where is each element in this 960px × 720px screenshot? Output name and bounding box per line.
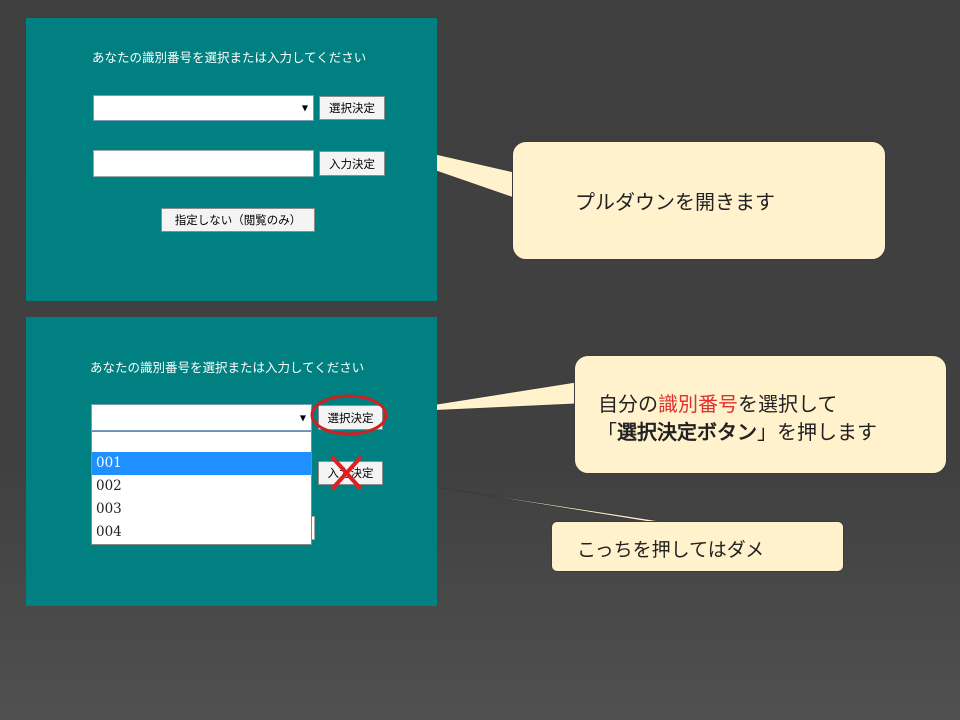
callout-select-id: 自分の識別番号を選択して 「選択決定ボタン」を押します [574,355,947,474]
callout-select-line1: 自分の識別番号を選択して [598,388,837,417]
callout-dont-press: こっちを押してはダメ [551,521,844,572]
callout-select-line2: 「選択決定ボタン」を押します [597,416,877,445]
callout-select-line1-prefix: 自分の [598,392,658,416]
highlight-circle-icon [310,394,388,436]
callout-select-line2-bold: 選択決定ボタン [617,420,757,444]
callout-open-pulldown: プルダウンを開きます [512,141,886,260]
forbidden-x-icon [331,456,362,490]
callout-select-line2-open: 「 [597,420,617,444]
callout-select-line1-highlight: 識別番号 [658,392,738,416]
callout-select-line2-close: 」を押します [757,420,877,444]
callout-select-line1-suffix: を選択して [738,392,838,416]
callout-open-pulldown-text: プルダウンを開きます [575,190,775,214]
callout-dont-press-text: こっちを押してはダメ [577,539,765,561]
